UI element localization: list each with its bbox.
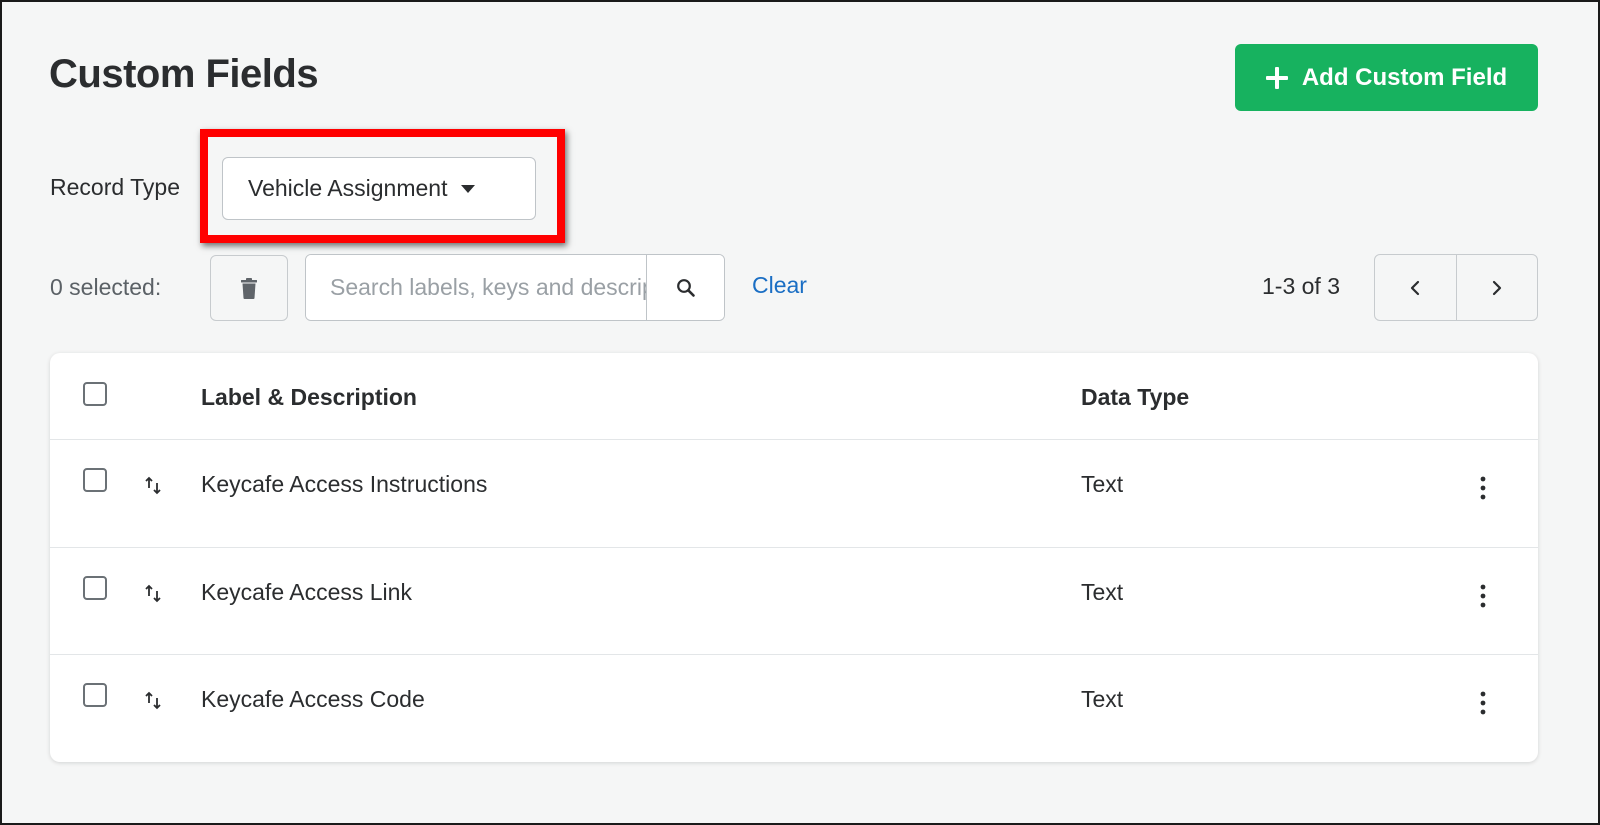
drag-sort-icon bbox=[145, 584, 161, 603]
drag-sort-icon bbox=[145, 476, 161, 495]
row-checkbox[interactable] bbox=[83, 468, 107, 492]
record-type-dropdown[interactable]: Vehicle Assignment bbox=[222, 157, 536, 220]
trash-icon bbox=[241, 277, 257, 299]
row-actions-menu[interactable] bbox=[1468, 688, 1498, 718]
custom-fields-table: Label & Description Data Type Keycafe Ac… bbox=[50, 353, 1538, 762]
table-row: Keycafe Access Code Text bbox=[50, 655, 1538, 762]
caret-down-icon bbox=[461, 184, 476, 193]
search-group bbox=[305, 254, 725, 321]
row-data-type: Text bbox=[1081, 471, 1124, 497]
row-checkbox[interactable] bbox=[83, 576, 107, 600]
select-all-checkbox[interactable] bbox=[83, 382, 107, 406]
table-header-row: Label & Description Data Type bbox=[50, 353, 1538, 440]
row-label: Keycafe Access Code bbox=[201, 686, 425, 712]
row-label: Keycafe Access Instructions bbox=[201, 471, 488, 497]
chevron-right-icon bbox=[1492, 280, 1501, 295]
selected-count: 0 selected: bbox=[50, 274, 162, 300]
search-button[interactable] bbox=[646, 255, 724, 320]
search-icon bbox=[676, 278, 695, 297]
delete-selected-button[interactable] bbox=[210, 255, 288, 321]
pagination-controls bbox=[1374, 254, 1538, 321]
next-page-button[interactable] bbox=[1455, 255, 1538, 320]
row-data-type: Text bbox=[1081, 579, 1124, 605]
chevron-left-icon bbox=[1411, 280, 1420, 295]
more-vertical-icon bbox=[1480, 476, 1486, 500]
clear-search-link[interactable]: Clear bbox=[752, 272, 807, 299]
more-vertical-icon bbox=[1480, 584, 1486, 608]
record-type-selected-value: Vehicle Assignment bbox=[248, 175, 448, 201]
plus-icon bbox=[1265, 66, 1288, 89]
row-data-type: Text bbox=[1081, 686, 1124, 712]
column-header-data-type: Data Type bbox=[1081, 384, 1190, 410]
record-type-label: Record Type bbox=[50, 174, 180, 200]
previous-page-button[interactable] bbox=[1375, 255, 1456, 320]
drag-sort-icon bbox=[145, 691, 161, 710]
row-checkbox[interactable] bbox=[83, 683, 107, 707]
table-row: Keycafe Access Instructions Text bbox=[50, 440, 1538, 548]
table-row: Keycafe Access Link Text bbox=[50, 548, 1538, 655]
pagination-info: 1-3 of 3 bbox=[1262, 273, 1340, 299]
custom-fields-page: Custom Fields Add Custom Field Record Ty… bbox=[0, 0, 1600, 825]
page-title: Custom Fields bbox=[49, 52, 319, 96]
row-actions-menu[interactable] bbox=[1468, 581, 1498, 611]
row-label: Keycafe Access Link bbox=[201, 579, 412, 605]
more-vertical-icon bbox=[1480, 691, 1486, 715]
add-custom-field-button[interactable]: Add Custom Field bbox=[1235, 44, 1538, 111]
search-input[interactable] bbox=[306, 255, 646, 320]
row-actions-menu[interactable] bbox=[1468, 473, 1498, 503]
column-header-label: Label & Description bbox=[201, 384, 417, 410]
add-custom-field-label: Add Custom Field bbox=[1301, 63, 1508, 91]
